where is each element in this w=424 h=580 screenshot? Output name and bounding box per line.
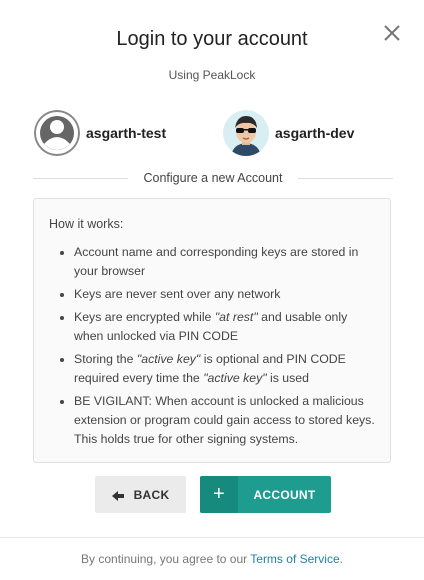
list-item: Account name and corresponding keys are …	[74, 243, 379, 281]
login-modal: Login to your account Using PeakLock asg…	[0, 0, 424, 580]
list-text: Keys are encrypted while	[74, 310, 215, 324]
footer-suffix: .	[339, 552, 343, 566]
sunglasses-avatar	[223, 110, 269, 156]
account-item-asgarth-dev[interactable]: asgarth-dev	[223, 109, 354, 157]
back-button-label: BACK	[133, 487, 170, 502]
configure-account-label: Configure a new Account	[143, 171, 283, 185]
modal-title: Login to your account	[116, 28, 308, 50]
footer-divider	[0, 537, 424, 538]
add-account-label: ACCOUNT	[253, 487, 316, 502]
footer-prefix: By continuing, you agree to our	[81, 552, 251, 566]
add-account-button[interactable]: + ACCOUNT	[200, 476, 331, 513]
back-button[interactable]: BACK	[95, 476, 186, 513]
list-item: Keys are never sent over any network	[74, 285, 379, 304]
account-name: asgarth-dev	[275, 125, 355, 141]
list-item: Storing the "active key" is optional and…	[74, 350, 379, 388]
emphasis-text: "at rest"	[214, 310, 258, 324]
default-avatar-icon	[34, 110, 80, 156]
modal-subtitle: Using PeakLock	[168, 68, 256, 82]
plus-icon: +	[200, 476, 238, 513]
how-it-works-list: Account name and corresponding keys are …	[49, 243, 379, 453]
how-it-works-panel: How it works: Account name and correspon…	[33, 198, 391, 463]
footer-text: By continuing, you agree to our Terms of…	[0, 552, 424, 566]
list-text: is used	[266, 371, 309, 385]
account-name: asgarth-test	[86, 125, 167, 141]
list-text: Storing the	[74, 352, 137, 366]
arrow-left-icon	[111, 490, 124, 501]
account-item-asgarth-test[interactable]: asgarth-test	[34, 109, 166, 157]
divider	[33, 178, 128, 179]
how-it-works-heading: How it works:	[49, 217, 124, 231]
list-item: Keys are encrypted while "at rest" and u…	[74, 308, 379, 346]
emphasis-text: "active key"	[203, 371, 267, 385]
divider	[298, 178, 393, 179]
terms-of-service-link[interactable]: Terms of Service	[250, 552, 339, 566]
list-item: BE VIGILANT: When account is unlocked a …	[74, 392, 379, 449]
emphasis-text: "active key"	[136, 352, 201, 366]
